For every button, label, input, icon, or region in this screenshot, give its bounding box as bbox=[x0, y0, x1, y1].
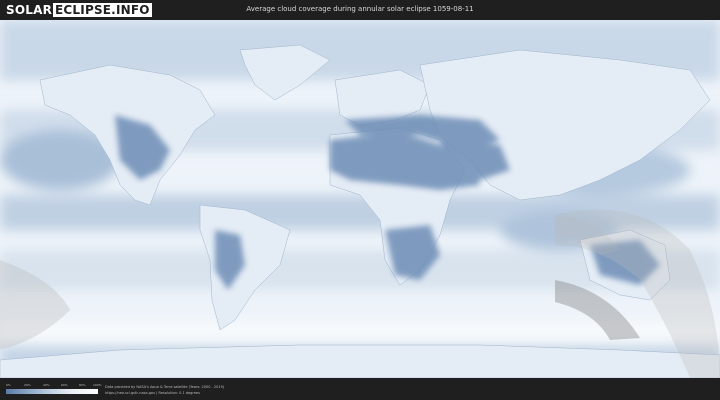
legend-tick: 80% bbox=[79, 383, 86, 387]
cloud-coverage-map bbox=[0, 20, 720, 378]
legend-tick: 100% bbox=[93, 383, 102, 387]
legend-tick: 0% bbox=[6, 383, 11, 387]
legend-tick: 40% bbox=[43, 383, 50, 387]
world-map-svg bbox=[0, 20, 720, 378]
map-title: Average cloud coverage during annular so… bbox=[246, 5, 474, 13]
legend-tick-labels: 0% 20% 40% 60% 80% 100% bbox=[6, 383, 102, 388]
credit-line-2: https://neo.sci.gsfc.nasa.gov | Resoluti… bbox=[105, 391, 200, 395]
cloud-coverage-legend bbox=[6, 389, 98, 394]
header-bar: SOLAR ECLIPSE.INFO Average cloud coverag… bbox=[0, 0, 720, 20]
legend-tick: 20% bbox=[24, 383, 31, 387]
data-credits: Data provided by NASA's Aqua & Terra sat… bbox=[105, 384, 224, 396]
legend-tick: 60% bbox=[61, 383, 68, 387]
